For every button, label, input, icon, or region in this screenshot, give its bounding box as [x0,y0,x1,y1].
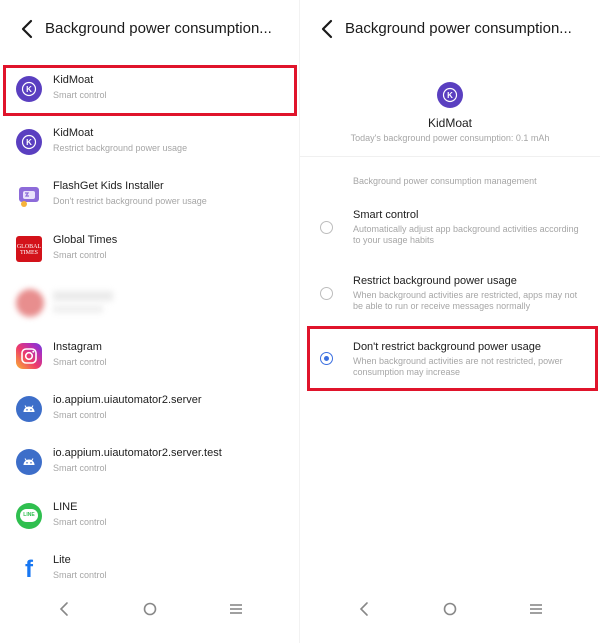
app-row-instagram[interactable]: Instagram Smart control [0,331,300,384]
app-row-line[interactable]: LINE LINE Smart control [0,491,300,544]
option-description: When background activities are restricte… [353,290,578,311]
app-status: Smart control [53,570,107,580]
nav-menu-icon[interactable] [224,597,248,621]
app-row-flashget[interactable]: FlashGet Kids Installer Don't restrict b… [0,170,300,223]
nav-home-icon[interactable] [438,597,462,621]
page-title: Background power consumption... [345,20,572,37]
app-name: Lite [53,554,71,566]
flashget-icon [16,182,42,208]
app-name: io.appium.uiautomator2.server.test [53,447,222,459]
blurred-app-icon [16,289,44,317]
app-name: Instagram [53,341,102,353]
page-title: Background power consumption... [45,20,272,37]
app-row-kidmoat-restrict[interactable]: K KidMoat Restrict background power usag… [0,117,300,170]
header-bar: Background power consumption... [300,12,600,46]
blurred-status [53,305,103,313]
option-smart-control[interactable]: Smart control Automatically adjust app b… [300,200,600,256]
android-icon [16,449,42,475]
option-title: Restrict background power usage [353,275,517,287]
instagram-icon [16,343,42,369]
nav-home-icon[interactable] [138,597,162,621]
consumption-text: Today's background power consumption: 0.… [350,133,550,143]
app-list-screen: Background power consumption... K KidMoa… [0,0,300,643]
svg-text:K: K [447,91,453,100]
global-times-icon: GLOBAL TIMES [16,236,42,262]
highlight-box [3,65,297,116]
nav-back-icon[interactable] [52,597,76,621]
app-name: KidMoat [427,116,473,130]
svg-text:K: K [26,138,32,147]
app-detail-screen: Background power consumption... K KidMoa… [300,0,600,643]
nav-menu-icon[interactable] [524,597,548,621]
app-status: Smart control [53,517,107,527]
app-row-appium-server-test[interactable]: io.appium.uiautomator2.server.test Smart… [0,437,300,490]
option-restrict[interactable]: Restrict background power usage When bac… [300,266,600,322]
app-status: Smart control [53,357,107,367]
app-status: Don't restrict background power usage [53,196,207,206]
kidmoat-icon: K [16,129,42,155]
back-arrow-icon[interactable] [18,18,38,40]
section-header: Background power consumption management [353,176,537,186]
radio-restrict[interactable] [320,287,333,300]
radio-smart-control[interactable] [320,221,333,234]
app-name: Global Times [53,234,118,246]
app-row-appium-server[interactable]: io.appium.uiautomator2.server Smart cont… [0,384,300,437]
option-description: Automatically adjust app background acti… [353,224,579,245]
app-row-blurred[interactable] [0,277,300,330]
navigation-bar [0,602,300,643]
section-divider [300,156,600,157]
app-name: FlashGet Kids Installer [53,180,164,192]
app-status: Restrict background power usage [53,143,188,153]
app-status: Smart control [53,410,107,420]
app-status: Smart control [53,250,107,260]
line-icon: LINE [16,503,42,529]
nav-back-icon[interactable] [352,597,376,621]
facebook-lite-icon: f [16,556,42,583]
option-title: Smart control [353,209,419,221]
kidmoat-icon: K [437,82,463,108]
android-icon [16,396,42,422]
app-name: LINE [53,501,78,513]
app-name: io.appium.uiautomator2.server [53,394,202,406]
app-status: Smart control [53,463,107,473]
app-row-facebook-lite[interactable]: f Lite Smart control [0,544,300,597]
highlight-box [307,326,598,391]
navigation-bar [300,602,600,643]
back-arrow-icon[interactable] [318,18,338,40]
app-row-global-times[interactable]: GLOBAL TIMES Global Times Smart control [0,224,300,277]
header-bar: Background power consumption... [0,12,300,46]
blurred-name [53,291,113,301]
app-name: KidMoat [53,127,94,139]
